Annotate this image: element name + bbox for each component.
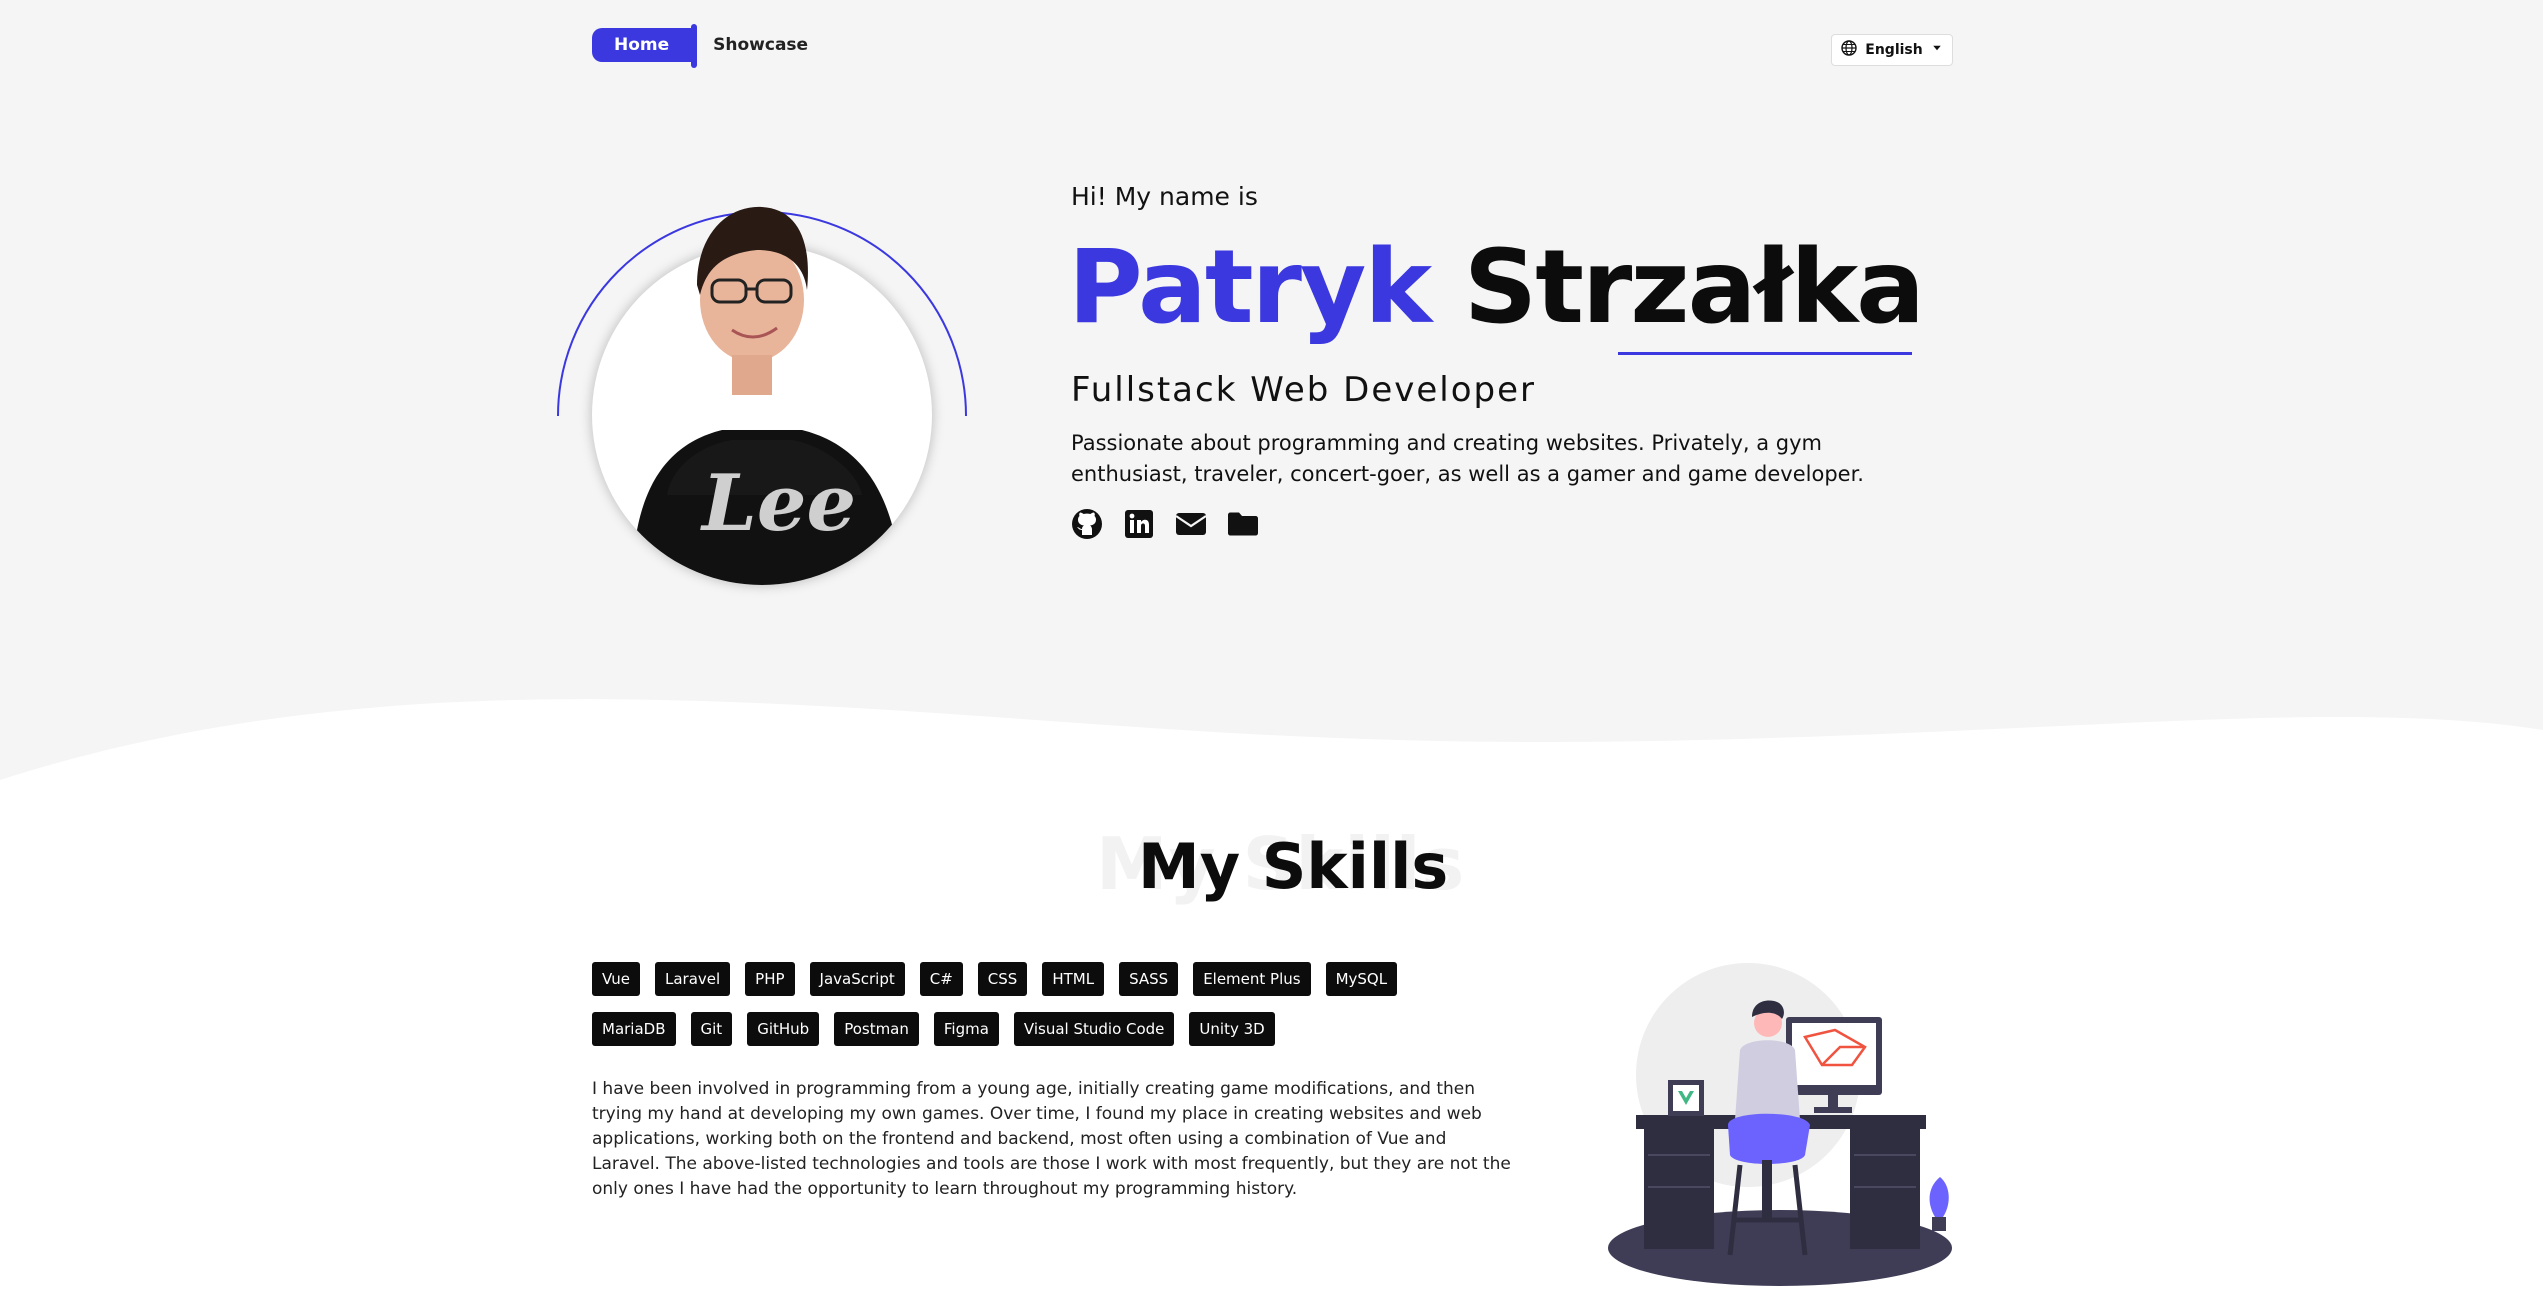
avatar-shirt-logo: Lee — [700, 458, 856, 549]
globe-icon — [1841, 40, 1857, 60]
skill-tag: Laravel — [654, 962, 731, 996]
skill-tag: SASS — [1119, 962, 1179, 996]
full-name: Patryk Strzałka — [1068, 228, 1925, 347]
skill-tag: CSS — [977, 962, 1028, 996]
job-title: Fullstack Web Developer — [1071, 370, 1537, 410]
skill-tag: Figma — [933, 1012, 999, 1046]
skill-tag: GitHub — [747, 1012, 820, 1046]
skill-tags-row-2: MariaDB Git GitHub Postman Figma Visual … — [592, 1012, 1492, 1046]
skill-tag: PHP — [745, 962, 795, 996]
skill-tag: Element Plus — [1193, 962, 1311, 996]
name-underline — [1618, 352, 1912, 355]
skill-tag: Visual Studio Code — [1013, 1012, 1175, 1046]
developer-illustration — [1608, 963, 1952, 1286]
nav-showcase-link[interactable]: Showcase — [713, 35, 808, 55]
folder-icon[interactable] — [1227, 508, 1259, 540]
nav-home-button[interactable]: Home — [592, 24, 698, 68]
skill-tags-row-1: Vue Laravel PHP JavaScript C# CSS HTML S… — [592, 962, 1492, 996]
skill-tag: JavaScript — [809, 962, 905, 996]
avatar: Lee — [632, 206, 902, 585]
top-nav: Home Showcase — [592, 24, 808, 68]
first-name: Patryk — [1068, 228, 1432, 347]
wave-divider — [0, 699, 2543, 800]
language-select[interactable]: English — [1831, 34, 1953, 66]
mail-icon[interactable] — [1175, 508, 1207, 540]
skill-tag: HTML — [1042, 962, 1105, 996]
skill-tag: Git — [690, 1012, 733, 1046]
hero-description: Passionate about programming and creatin… — [1071, 431, 1864, 486]
skill-tag: Vue — [592, 962, 640, 996]
language-label: English — [1865, 42, 1923, 58]
last-name: Strzałka — [1463, 228, 1925, 347]
skill-tag: Unity 3D — [1189, 1012, 1275, 1046]
skill-tag: MySQL — [1325, 962, 1398, 996]
caret-down-icon — [1931, 42, 1943, 58]
skills-about-text: I have been involved in programming from… — [592, 1079, 1511, 1199]
skill-tag: MariaDB — [592, 1012, 676, 1046]
skills-title: My Skills — [1138, 830, 1449, 903]
skill-tag: Postman — [834, 1012, 919, 1046]
greeting: Hi! My name is — [1071, 182, 1258, 211]
skill-tags: Vue Laravel PHP JavaScript C# CSS HTML S… — [592, 962, 1492, 1062]
social-links — [1071, 508, 1259, 540]
github-icon[interactable] — [1071, 508, 1103, 540]
skill-tag: C# — [919, 962, 963, 996]
linkedin-icon[interactable] — [1123, 508, 1155, 540]
